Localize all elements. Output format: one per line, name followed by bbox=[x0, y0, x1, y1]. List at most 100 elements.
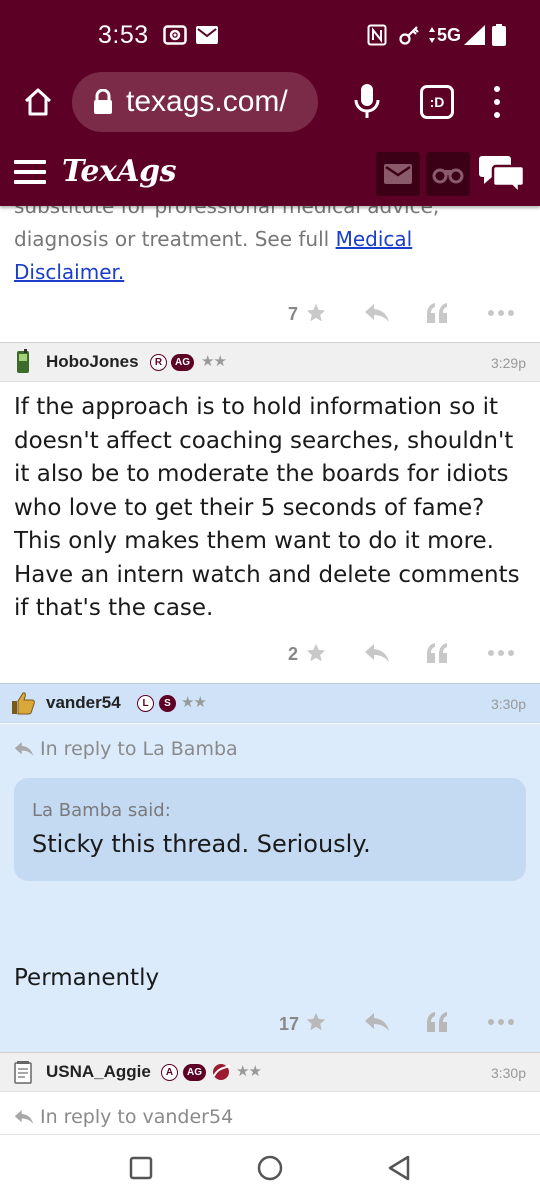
messages-button[interactable] bbox=[376, 152, 420, 196]
chat-button[interactable] bbox=[478, 154, 526, 197]
nfc-icon bbox=[366, 24, 388, 46]
reply-button[interactable] bbox=[364, 302, 390, 324]
reply-button[interactable] bbox=[364, 1011, 390, 1033]
star-count: 2 bbox=[288, 644, 299, 664]
url-text: texags.com/ bbox=[126, 85, 288, 118]
reply-arrow-icon bbox=[365, 1013, 389, 1031]
battery-icon bbox=[492, 24, 506, 46]
browser-menu-button[interactable] bbox=[484, 82, 510, 122]
quote-button[interactable] bbox=[426, 642, 448, 664]
envelope-icon bbox=[384, 164, 412, 184]
ellipsis-icon bbox=[488, 650, 514, 656]
star-button[interactable] bbox=[305, 1011, 327, 1033]
user-badge-l: L bbox=[137, 695, 154, 712]
ellipsis-icon bbox=[488, 1019, 514, 1025]
thread-content[interactable]: substitute for professional medical advi… bbox=[0, 206, 540, 1134]
post-username[interactable]: vander54 bbox=[46, 693, 121, 713]
more-options-button[interactable] bbox=[487, 309, 515, 317]
menu-dot-icon bbox=[494, 99, 500, 105]
notepad-avatar-icon bbox=[14, 1061, 32, 1084]
user-avatar[interactable] bbox=[10, 690, 36, 716]
star-icon bbox=[306, 643, 326, 662]
tab-switcher-button[interactable]: :D bbox=[420, 85, 454, 119]
home-nav-button[interactable] bbox=[255, 1153, 285, 1183]
post-timestamp: 3:30p bbox=[490, 696, 526, 712]
thumbs-up-avatar-icon bbox=[12, 692, 35, 715]
voice-search-button[interactable] bbox=[352, 82, 382, 122]
user-badge-ag: AG bbox=[171, 354, 194, 371]
mail-notification-icon bbox=[196, 24, 218, 46]
quote-text: Sticky this thread. Seriously. bbox=[32, 830, 371, 858]
post-username[interactable]: USNA_Aggie bbox=[46, 1062, 151, 1082]
screen-record-icon bbox=[162, 24, 188, 46]
lock-icon bbox=[94, 89, 112, 114]
quote-button[interactable] bbox=[426, 302, 448, 324]
data-arrows-icon bbox=[428, 24, 436, 46]
user-rating-stars: ★★ bbox=[201, 352, 227, 370]
network-type-label: 5G bbox=[437, 24, 462, 45]
quoted-post: La Bamba said: Sticky this thread. Serio… bbox=[14, 778, 526, 881]
post-body: If the approach is to hold information s… bbox=[14, 394, 520, 621]
site-header: TexAgs bbox=[0, 138, 540, 206]
circle-icon bbox=[257, 1155, 283, 1181]
in-reply-to-link[interactable]: In reply to La Bamba bbox=[14, 738, 238, 760]
user-badge-r: R bbox=[150, 354, 167, 371]
star-count: 17 bbox=[279, 1014, 300, 1034]
signal-icon bbox=[464, 24, 486, 46]
reply-arrow-icon bbox=[365, 644, 389, 662]
microphone-icon bbox=[354, 84, 380, 118]
quote-marks-icon bbox=[427, 1012, 447, 1032]
back-triangle-icon bbox=[388, 1155, 410, 1181]
cellphone-avatar-icon bbox=[17, 349, 29, 373]
address-bar[interactable]: texags.com/ bbox=[72, 72, 318, 132]
quote-marks-icon bbox=[427, 643, 447, 663]
user-avatar[interactable] bbox=[10, 349, 36, 375]
back-nav-button[interactable] bbox=[384, 1153, 414, 1183]
post-timestamp: 3:30p bbox=[490, 1065, 526, 1081]
home-icon bbox=[24, 88, 52, 116]
square-icon bbox=[129, 1156, 153, 1180]
hamburger-menu-icon[interactable] bbox=[14, 160, 46, 184]
chat-bubbles-icon bbox=[479, 156, 526, 197]
browser-toolbar: texags.com/ :D bbox=[0, 68, 540, 138]
post-header: HoboJones R AG ★★ 3:29p bbox=[0, 342, 540, 382]
quote-button[interactable] bbox=[426, 1011, 448, 1033]
user-badge-s: S bbox=[159, 695, 176, 712]
user-rating-stars: ★★ bbox=[181, 693, 207, 711]
menu-dot-icon bbox=[494, 86, 500, 92]
post-reply-area: In reply to La Bamba La Bamba said: Stic… bbox=[0, 724, 540, 1052]
home-button[interactable] bbox=[18, 82, 58, 122]
status-bar: 3:53 5G bbox=[0, 0, 540, 68]
more-options-button[interactable] bbox=[487, 1018, 515, 1026]
ellipsis-icon bbox=[488, 310, 514, 316]
in-reply-to-link[interactable]: In reply to vander54 bbox=[14, 1106, 233, 1128]
user-rating-stars: ★★ bbox=[236, 1062, 262, 1080]
star-button[interactable] bbox=[305, 302, 327, 324]
reply-arrow-icon bbox=[14, 1110, 34, 1124]
star-icon bbox=[306, 303, 326, 322]
star-button[interactable] bbox=[305, 642, 327, 664]
team-logo-icon bbox=[210, 1062, 232, 1082]
following-button[interactable] bbox=[426, 152, 470, 196]
quote-marks-icon bbox=[427, 303, 447, 323]
user-badge-a: A bbox=[161, 1064, 178, 1081]
menu-dot-icon bbox=[494, 112, 500, 118]
medical-disclaimer-text: substitute for professional medical advi… bbox=[14, 206, 440, 284]
post-username[interactable]: HoboJones bbox=[46, 352, 139, 372]
reply-button[interactable] bbox=[364, 642, 390, 664]
user-badge-ag: AG bbox=[183, 1064, 206, 1081]
app-root: 3:53 5G texags.com/:D TexAgs substitute… bbox=[0, 0, 540, 1200]
system-navigation-bar bbox=[0, 1134, 540, 1200]
status-time: 3:53 bbox=[98, 21, 149, 49]
quote-author: La Bamba said: bbox=[32, 800, 171, 821]
site-logo[interactable]: TexAgs bbox=[62, 154, 177, 189]
more-options-button[interactable] bbox=[487, 649, 515, 657]
binoculars-icon bbox=[432, 168, 464, 184]
post-timestamp: 3:29p bbox=[490, 355, 526, 371]
recent-apps-button[interactable] bbox=[126, 1153, 156, 1183]
vpn-key-icon bbox=[398, 24, 420, 46]
post-header: vander54 L S ★★ 3:30p bbox=[0, 683, 540, 723]
reply-arrow-icon bbox=[14, 742, 34, 756]
post-body: Permanently bbox=[14, 965, 160, 991]
user-avatar[interactable] bbox=[10, 1059, 36, 1085]
